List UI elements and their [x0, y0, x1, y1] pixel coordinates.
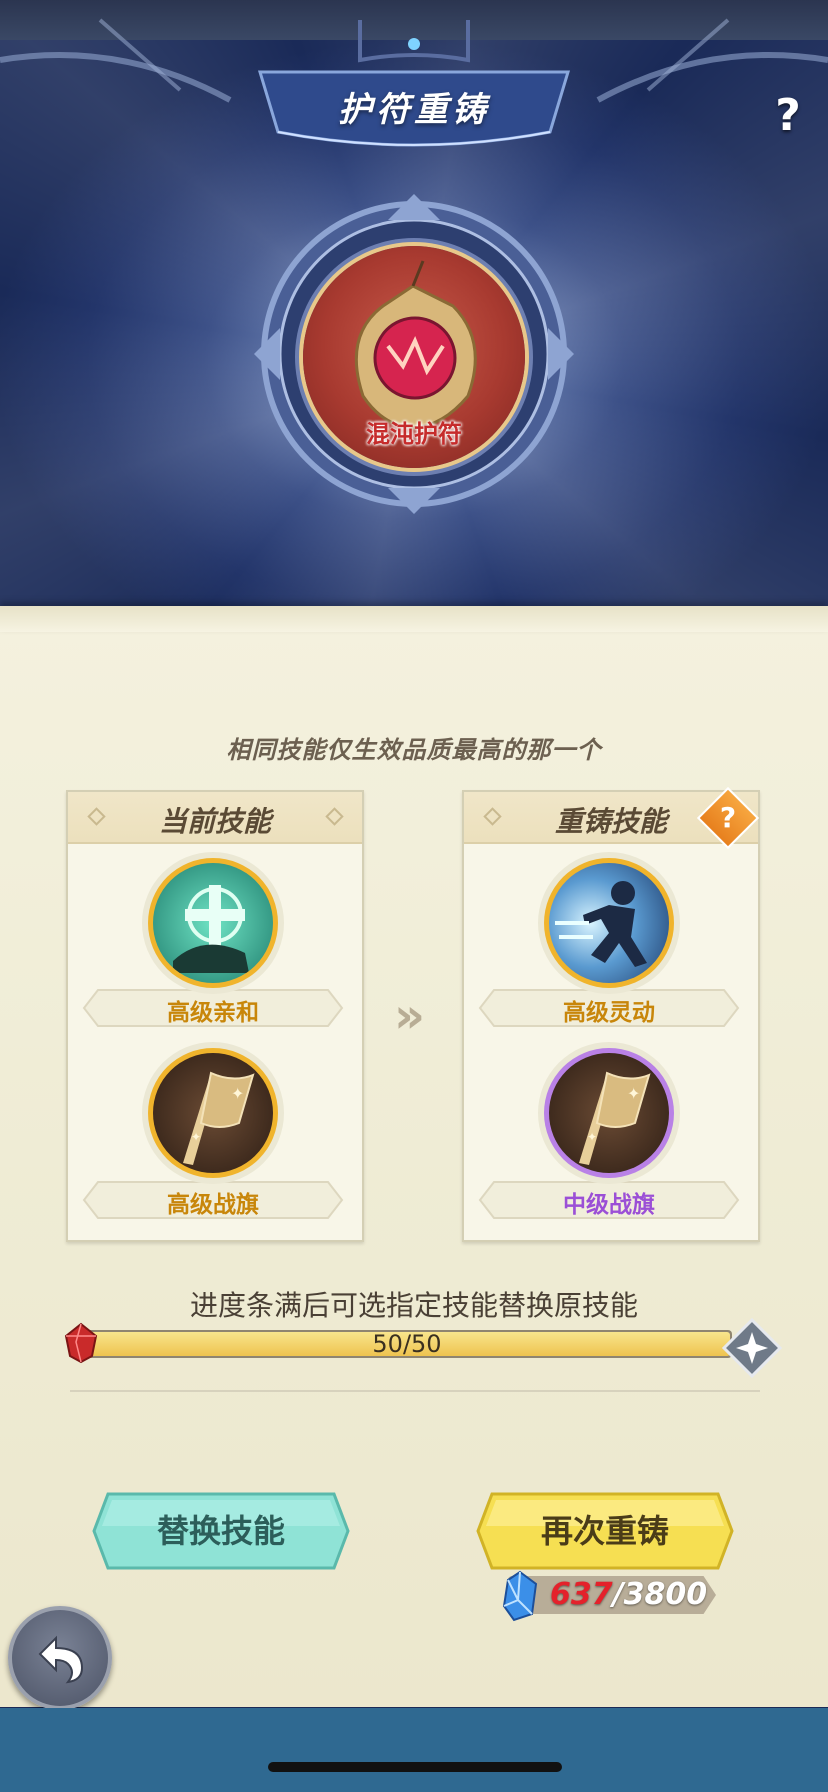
divider-line	[70, 1390, 760, 1392]
sparkle-diamond-icon	[722, 1318, 782, 1378]
skill-label: 高级亲和	[167, 1000, 259, 1026]
skill-label: 高级战旗	[167, 1192, 259, 1218]
affinity-cross-icon	[153, 863, 273, 983]
help-button[interactable]: ?	[764, 92, 812, 140]
replace-skill-label: 替换技能	[156, 1512, 285, 1550]
current-skills-card: 当前技能 高级亲和 ✦ ✦ 高级战旗	[66, 790, 364, 1242]
amulet-name: 混沌护符	[366, 420, 462, 448]
replace-skill-button[interactable]: 替换技能	[90, 1490, 352, 1572]
war-banner-icon: ✦ ✦	[549, 1053, 669, 1173]
double-chevron-right-icon: »	[394, 988, 425, 1044]
progress-text: 50/50	[372, 1330, 442, 1358]
skill-label: 高级灵动	[563, 1000, 655, 1026]
cost-text: 637/3800	[550, 1576, 707, 1614]
reforge-again-button[interactable]: 再次重铸	[474, 1490, 736, 1572]
skill-slot[interactable]	[148, 858, 278, 988]
skill-slot[interactable]: ✦ ✦	[148, 1048, 278, 1178]
orange-question-icon: ?	[719, 801, 737, 834]
war-banner-icon: ✦ ✦	[153, 1053, 273, 1173]
svg-text:✦: ✦	[627, 1084, 640, 1103]
question-mark-icon: ?	[775, 90, 801, 141]
progress-description: 进度条满后可选指定技能替换原技能	[189, 1289, 638, 1322]
parchment-top-edge	[0, 606, 828, 632]
skill-slot[interactable]	[544, 858, 674, 988]
page-title: 护符重铸	[338, 90, 490, 130]
reforge-again-label: 再次重铸	[540, 1512, 669, 1550]
skill-rule-note: 相同技能仅生效品质最高的那一个	[226, 736, 602, 764]
current-skills-title: 当前技能	[158, 805, 271, 838]
back-button[interactable]	[8, 1606, 112, 1710]
red-gem-icon	[64, 1322, 98, 1364]
agility-runner-icon	[549, 863, 669, 983]
blue-crystal-icon	[502, 1570, 538, 1622]
skill-label: 中级战旗	[563, 1192, 655, 1218]
cost-total: /3800	[612, 1577, 708, 1612]
bottom-bar	[0, 1708, 828, 1792]
back-arrow-icon	[38, 1635, 84, 1684]
skill-slot[interactable]: ✦ ✦	[544, 1048, 674, 1178]
cost-current: 637	[550, 1577, 613, 1612]
reforge-skills-card: 重铸技能 高级灵动 ✦ ✦ 中级战旗	[462, 790, 760, 1242]
svg-text:✦: ✦	[191, 1130, 201, 1144]
home-indicator[interactable]	[268, 1762, 562, 1772]
card-header: 当前技能	[68, 792, 362, 844]
svg-text:✦: ✦	[231, 1084, 244, 1103]
svg-text:✦: ✦	[587, 1130, 597, 1144]
